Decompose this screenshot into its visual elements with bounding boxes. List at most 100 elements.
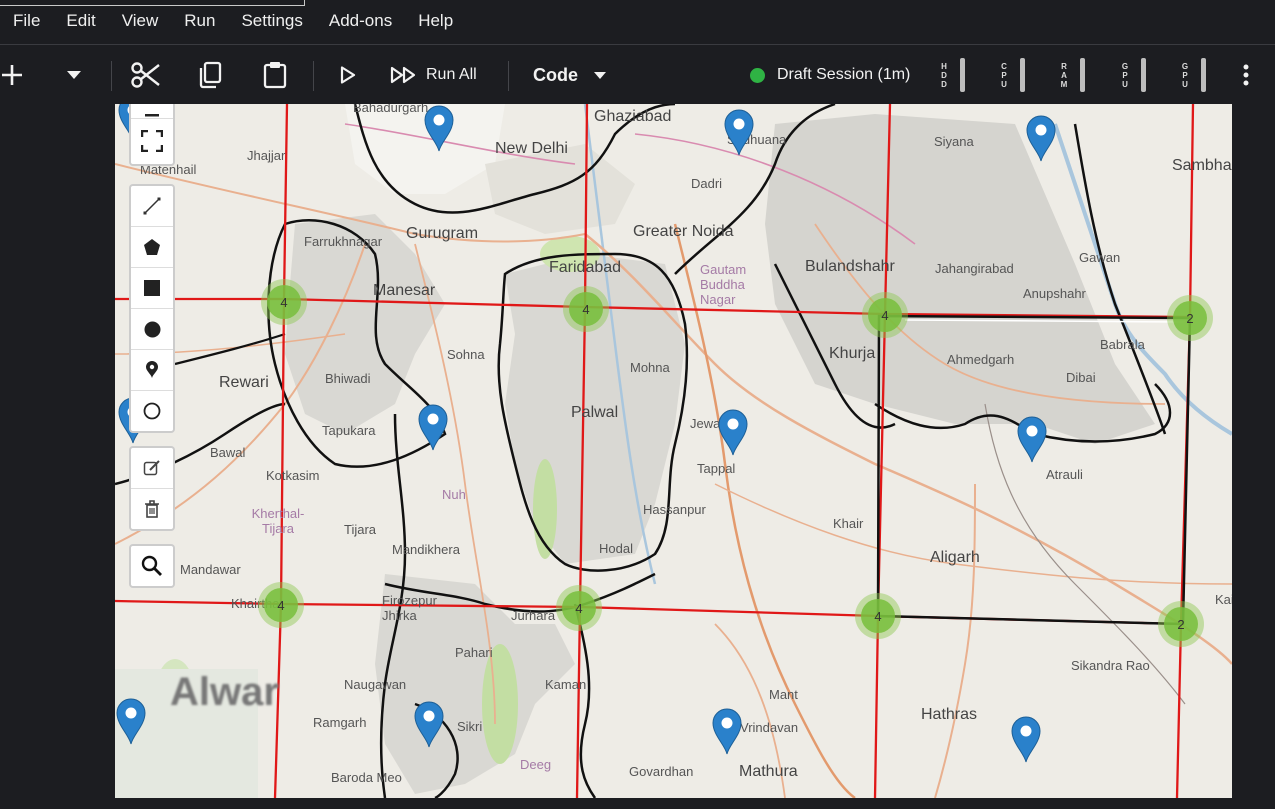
delete-layers-button[interactable]	[131, 489, 173, 529]
meter-label: CPU	[1001, 61, 1007, 89]
place-label: Farrukhnagar	[304, 234, 383, 249]
menu-view[interactable]: View	[109, 0, 172, 42]
gpu-meter-2[interactable]: GPU	[1181, 57, 1206, 93]
menu-add-ons[interactable]: Add-ons	[316, 0, 405, 42]
marker-cluster[interactable]: 4	[563, 286, 609, 332]
run-all-button[interactable]: Run All	[390, 45, 500, 105]
place-label: Kaman	[545, 677, 587, 692]
zoom-out-button[interactable]	[131, 104, 173, 118]
copy-button[interactable]	[196, 45, 224, 105]
place-label: Kherthal-Tijara	[251, 506, 305, 536]
map-pin-icon[interactable]	[723, 108, 755, 156]
cluster-count: 4	[569, 292, 603, 326]
draw-circle-button[interactable]	[131, 309, 173, 350]
bottom-bar	[0, 798, 1275, 809]
place-label: Firozepur Jhirka	[382, 593, 437, 623]
minus-icon	[145, 114, 159, 117]
map-pin-icon[interactable]	[1016, 415, 1048, 463]
place-label: Greater Noida	[633, 223, 734, 240]
meter-bar	[1080, 58, 1085, 92]
marker-cluster[interactable]: 4	[261, 279, 307, 325]
hdd-meter[interactable]: HDD	[940, 57, 965, 93]
map-pin-icon[interactable]	[717, 408, 749, 456]
paste-button[interactable]	[260, 45, 290, 105]
tab-outline	[0, 0, 305, 6]
place-label: Khurja	[829, 345, 876, 362]
fullscreen-button[interactable]	[131, 118, 173, 163]
menu-edit[interactable]: Edit	[53, 0, 108, 42]
place-label: Sambhal	[1172, 157, 1232, 174]
place-label: Kaimganj	[1215, 592, 1232, 607]
place-label: Dadri	[691, 176, 723, 191]
place-label: Bulandshahr	[805, 258, 895, 275]
toolbar-separator	[313, 61, 314, 91]
map-view[interactable]: Bahadurgarh Ghaziabad New Delhi Jhajjar …	[115, 104, 1232, 798]
cell-type-select[interactable]: Code	[533, 45, 618, 105]
place-label: Jhajjar	[247, 148, 286, 163]
map-basemap	[115, 104, 1232, 798]
map-pin-icon[interactable]	[413, 700, 445, 748]
map-pin-icon[interactable]	[1025, 114, 1057, 162]
run-all-label: Run All	[426, 66, 477, 83]
menu-settings[interactable]: Settings	[228, 0, 315, 42]
place-label: Palwal	[571, 404, 619, 421]
cluster-count: 4	[868, 298, 902, 332]
session-status[interactable]: Draft Session (1m)	[750, 45, 930, 105]
place-label: Jurhara	[511, 608, 556, 623]
add-cell-dropdown[interactable]	[62, 45, 86, 105]
edit-layers-button[interactable]	[131, 448, 173, 489]
marker-cluster[interactable]: 4	[556, 585, 602, 631]
cluster-count: 2	[1173, 301, 1207, 335]
play-icon	[340, 66, 356, 84]
map-pin-icon[interactable]	[115, 697, 147, 745]
menu-file[interactable]: File	[0, 0, 53, 42]
place-label: Bahadurgarh	[353, 104, 429, 115]
caret-down-icon	[594, 71, 606, 79]
session-label: Draft Session (1m)	[777, 66, 911, 83]
add-cell-button[interactable]	[0, 45, 24, 105]
menu-run[interactable]: Run	[171, 0, 228, 42]
draw-circle-marker-button[interactable]	[131, 391, 173, 431]
draw-toolbar	[129, 184, 175, 433]
marker-cluster[interactable]: 2	[1158, 601, 1204, 647]
cpu-meter[interactable]: CPU	[1000, 57, 1025, 93]
place-label: Hassanpur	[643, 502, 706, 517]
cluster-count: 4	[267, 285, 301, 319]
place-label: Alwar	[170, 670, 279, 714]
map-search-button[interactable]	[131, 546, 173, 586]
cluster-count: 2	[1164, 607, 1198, 641]
pentagon-icon	[144, 239, 160, 255]
run-cell-button[interactable]	[336, 45, 360, 105]
cluster-count: 4	[562, 591, 596, 625]
cluster-count: 4	[264, 588, 298, 622]
place-label: Govardhan	[629, 764, 694, 779]
map-pin-icon[interactable]	[423, 104, 455, 152]
place-label: Hathras	[921, 706, 978, 723]
plus-icon	[2, 65, 22, 85]
marker-cluster[interactable]: 4	[862, 292, 908, 338]
marker-cluster[interactable]: 2	[1167, 295, 1213, 341]
fullscreen-control	[129, 104, 175, 166]
map-pin-icon[interactable]	[711, 707, 743, 755]
marker-cluster[interactable]: 4	[855, 593, 901, 639]
meter-label: GPU	[1181, 61, 1189, 89]
cut-button[interactable]	[130, 45, 162, 105]
map-pin-icon[interactable]	[417, 403, 449, 451]
draw-polyline-button[interactable]	[131, 186, 173, 227]
fullscreen-icon	[141, 130, 163, 152]
place-label: Mandawar	[180, 562, 241, 577]
session-status-dot	[750, 67, 765, 83]
map-pin-icon[interactable]	[1010, 715, 1042, 763]
draw-rectangle-button[interactable]	[131, 268, 173, 309]
draw-marker-button[interactable]	[131, 350, 173, 391]
more-options-button[interactable]	[1236, 45, 1256, 105]
gpu-meter[interactable]: GPU	[1121, 57, 1146, 93]
copy-icon	[199, 61, 222, 89]
ram-meter[interactable]: RAM	[1060, 57, 1085, 93]
place-label: Ramgarh	[313, 715, 367, 730]
marker-cluster[interactable]: 4	[258, 582, 304, 628]
place-label: Siyana	[934, 134, 974, 149]
menu-help[interactable]: Help	[405, 0, 466, 42]
place-label: Hodal	[599, 541, 633, 556]
draw-polygon-button[interactable]	[131, 227, 173, 268]
